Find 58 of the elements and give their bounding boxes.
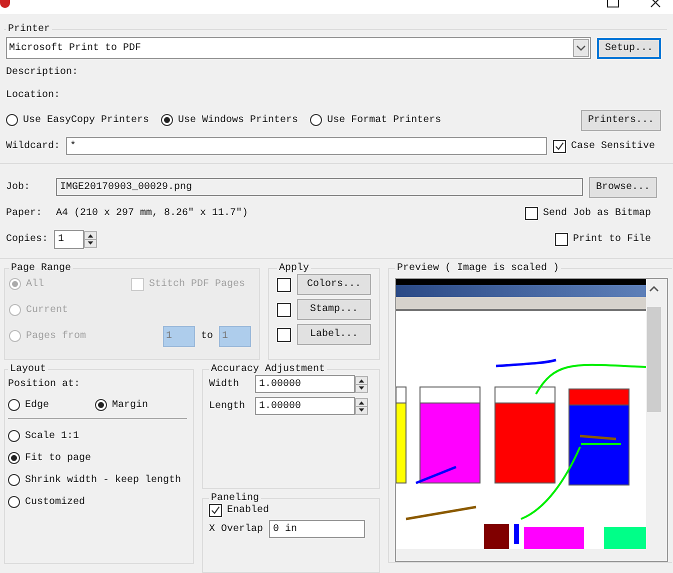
radio-button[interactable]: Use EasyCopy Printers xyxy=(6,114,150,126)
checkbox[interactable]: Send Job as Bitmap xyxy=(524,206,651,220)
location-label: Location: xyxy=(6,88,62,103)
radio-button[interactable]: Margin xyxy=(95,399,148,411)
job-field[interactable]: IMGE20170903_00029.png xyxy=(56,178,583,196)
group-title: Paneling xyxy=(210,493,260,504)
checkbox[interactable] xyxy=(277,328,291,342)
radio-button[interactable]: Scale 1:1 xyxy=(8,430,80,442)
number-field[interactable]: 1.00000 xyxy=(255,397,356,415)
selected-printer: Microsoft Print to PDF xyxy=(9,42,142,54)
to-label: to xyxy=(200,330,213,342)
close-icon[interactable] xyxy=(649,0,661,8)
checkbox[interactable] xyxy=(277,278,291,292)
group-title: Layout xyxy=(9,364,48,375)
setup-button[interactable]: Setup... xyxy=(596,38,661,58)
browse-button[interactable]: Browse... xyxy=(588,176,657,198)
radio-button[interactable]: Customized xyxy=(8,496,86,508)
radio-button[interactable]: Shrink width - keep length xyxy=(8,474,182,486)
group-title: Accuracy Adjustment xyxy=(210,364,326,375)
spin-arrows-icon[interactable] xyxy=(355,376,368,392)
x-overlap-label: X Overlap xyxy=(209,524,264,534)
paper-size: A4 (210 x 297 mm, 8.26" x 11.7") xyxy=(56,208,250,218)
radio-button[interactable]: Fit to page xyxy=(8,452,92,464)
radio-button[interactable]: Use Format Printers xyxy=(310,114,442,126)
apply-option-button[interactable]: Colors... xyxy=(297,274,371,295)
chevron-down-icon xyxy=(572,39,589,57)
group-title: Page Range xyxy=(10,263,72,274)
checkbox[interactable]: Case Sensitive xyxy=(552,140,655,152)
paper-label: Paper: xyxy=(6,208,44,218)
checkmark-icon xyxy=(554,140,565,152)
number-field[interactable]: 1.00000 xyxy=(255,375,356,393)
radio-button[interactable]: Use Windows Printers xyxy=(161,114,298,126)
radio-button[interactable]: Edge xyxy=(8,399,50,411)
wildcard-label: Wildcard: xyxy=(6,140,60,152)
printer-dropdown[interactable]: Microsoft Print to PDF xyxy=(6,37,591,59)
field-label: Length xyxy=(209,400,246,412)
app-icon xyxy=(0,0,10,8)
checkbox[interactable]: Enabled xyxy=(209,504,270,517)
field-label: Width xyxy=(209,378,240,390)
group-title: Printer xyxy=(7,24,52,35)
job-label: Job: xyxy=(6,182,32,192)
apply-option-button[interactable]: Label... xyxy=(297,324,371,345)
group-title: Preview ( Image is scaled ) xyxy=(396,263,560,274)
apply-option-button[interactable]: Stamp... xyxy=(297,299,371,320)
description-label: Description: xyxy=(6,66,80,80)
position-label: Position at: xyxy=(8,378,82,392)
maximize-icon[interactable] xyxy=(607,0,619,8)
wildcard-field[interactable]: * xyxy=(66,137,547,155)
group-title: Apply xyxy=(278,263,310,274)
printers-button[interactable]: Printers... xyxy=(580,110,661,130)
spin-arrows-icon[interactable] xyxy=(355,398,368,414)
spin-arrows-icon[interactable] xyxy=(84,230,98,248)
copies-field[interactable]: 1 xyxy=(54,230,84,248)
copies-label: Copies: xyxy=(6,234,48,244)
checkbox[interactable] xyxy=(277,302,291,316)
checkbox[interactable]: Print to File xyxy=(554,232,651,246)
x-overlap-field[interactable]: 0 in xyxy=(269,520,366,538)
checkmark-icon xyxy=(210,505,222,516)
